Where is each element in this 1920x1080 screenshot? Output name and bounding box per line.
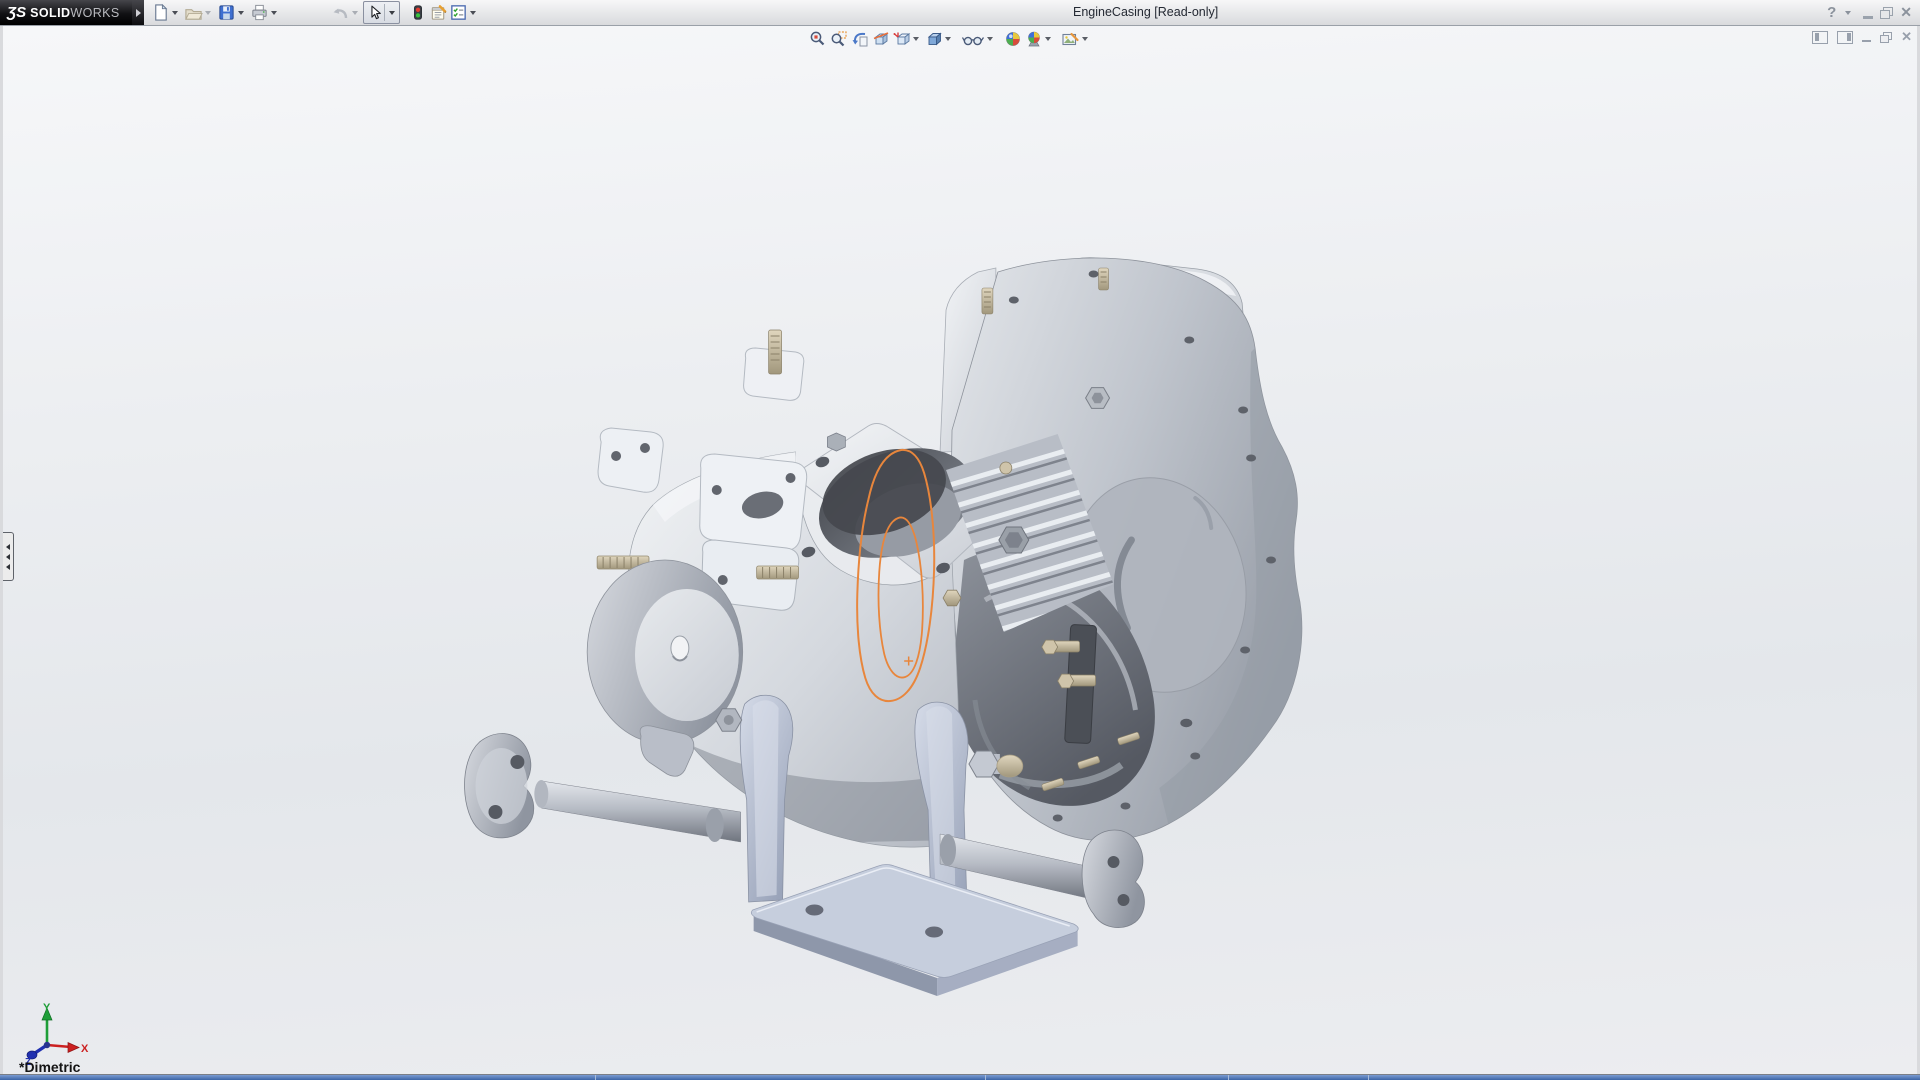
zoom-to-fit-icon	[809, 30, 827, 48]
view-orientation-label: *Dimetric	[19, 1060, 80, 1075]
undo-dropdown-caret[interactable]	[352, 11, 358, 15]
headsup-view-toolbar	[807, 28, 1092, 50]
logo-solid-text: SOLID	[30, 6, 70, 20]
chevron-left-icon	[6, 564, 10, 570]
open-folder-icon	[184, 3, 203, 22]
selection-list-caret[interactable]	[470, 11, 476, 15]
document-window-controls: ✕	[1812, 29, 1912, 45]
view-settings-icon	[1061, 30, 1080, 48]
view-settings-caret[interactable]	[1082, 37, 1088, 41]
minimize-icon	[1863, 16, 1873, 19]
graphics-area[interactable]: ✕ Y X Z *Dimetric	[0, 26, 1920, 1075]
triad-y-label: Y	[43, 1002, 51, 1014]
menu-expand-arrow[interactable]	[132, 0, 144, 25]
apply-scene-caret[interactable]	[1045, 37, 1051, 41]
doc-close-button[interactable]: ✕	[1901, 29, 1912, 45]
new-dropdown-caret[interactable]	[172, 11, 178, 15]
print-icon	[250, 3, 269, 22]
previous-view-icon	[851, 30, 869, 48]
rebuild-button[interactable]	[408, 2, 428, 23]
arrow-right-icon	[136, 9, 141, 17]
select-divider	[384, 4, 385, 21]
section-view-icon	[872, 30, 890, 48]
solidworks-logo: ƷS SOLID WORKS	[0, 0, 132, 25]
previous-view-button[interactable]	[849, 29, 870, 50]
edit-appearance-button[interactable]	[1002, 29, 1023, 50]
hide-show-items-caret[interactable]	[987, 37, 993, 41]
pane-right-button[interactable]	[1837, 31, 1853, 44]
doc-restore-button[interactable]	[1880, 32, 1892, 43]
new-document-icon	[151, 3, 170, 22]
pane-right-icon	[1837, 31, 1853, 44]
open-button[interactable]	[183, 2, 203, 23]
minimize-icon	[1862, 40, 1871, 43]
rebuild-traffic-light-icon	[409, 3, 427, 22]
select-dropdown-caret[interactable]	[389, 11, 395, 15]
apply-scene-ball-icon	[1025, 30, 1043, 48]
pane-left-button[interactable]	[1812, 31, 1828, 44]
help-button[interactable]: ?	[1827, 3, 1836, 23]
view-orientation-cube-icon	[893, 30, 911, 48]
restore-button[interactable]	[1880, 3, 1893, 23]
select-cursor-icon	[364, 2, 384, 23]
pane-left-icon	[1812, 31, 1828, 44]
undo-button[interactable]	[330, 2, 350, 23]
open-dropdown-caret[interactable]	[205, 11, 211, 15]
new-document-button[interactable]	[150, 2, 170, 23]
main-toolbar	[150, 0, 481, 25]
reference-triad: Y X Z	[13, 1001, 89, 1067]
window-title: EngineCasing [Read-only]	[1073, 5, 1218, 19]
title-bar: ƷS SOLID WORKS	[0, 0, 1920, 26]
selection-checklist-icon	[449, 3, 468, 22]
feature-manager-collapsed-tab[interactable]	[3, 532, 14, 581]
view-orientation-button[interactable]	[891, 29, 912, 50]
display-style-button[interactable]	[923, 29, 944, 50]
save-button[interactable]	[216, 2, 236, 23]
hide-show-items-button[interactable]	[960, 29, 986, 50]
display-style-cube-icon	[925, 30, 943, 48]
print-dropdown-caret[interactable]	[271, 11, 277, 15]
print-button[interactable]	[249, 2, 269, 23]
doc-minimize-button[interactable]	[1862, 32, 1871, 43]
triad-x-label: X	[81, 1043, 89, 1055]
engine-casing-model[interactable]	[3, 26, 1917, 1075]
undo-icon	[330, 3, 350, 23]
section-view-button[interactable]	[870, 29, 891, 50]
hide-show-items-glasses-icon	[961, 30, 985, 48]
logo-mark: ƷS	[7, 4, 26, 21]
view-orientation-caret[interactable]	[913, 37, 919, 41]
logo-works-text: WORKS	[70, 6, 119, 20]
close-button[interactable]: ✕	[1900, 3, 1912, 23]
options-button[interactable]	[428, 2, 448, 23]
minimize-button[interactable]	[1863, 3, 1873, 23]
chevron-left-icon	[6, 544, 10, 550]
save-dropdown-caret[interactable]	[238, 11, 244, 15]
select-tool-button[interactable]	[363, 1, 400, 24]
zoom-to-fit-button[interactable]	[807, 29, 828, 50]
zoom-to-area-button[interactable]	[828, 29, 849, 50]
solidworks-app: { "titlebar": { "logo_mark": "ƷS", "logo…	[0, 0, 1920, 1080]
edit-appearance-ball-icon	[1004, 30, 1022, 48]
display-style-caret[interactable]	[945, 37, 951, 41]
restore-icon	[1880, 7, 1893, 19]
view-settings-button[interactable]	[1060, 29, 1081, 50]
window-controls: ? ✕	[1827, 0, 1912, 25]
status-bar-edge	[0, 1074, 1920, 1080]
save-floppy-icon	[217, 3, 236, 22]
zoom-to-area-icon	[830, 30, 848, 48]
chevron-left-icon	[6, 554, 10, 560]
apply-scene-button[interactable]	[1023, 29, 1044, 50]
help-dropdown-caret[interactable]	[1845, 11, 1851, 15]
restore-icon	[1880, 32, 1892, 43]
options-notepad-icon	[429, 3, 448, 22]
selection-list-button[interactable]	[448, 2, 468, 23]
